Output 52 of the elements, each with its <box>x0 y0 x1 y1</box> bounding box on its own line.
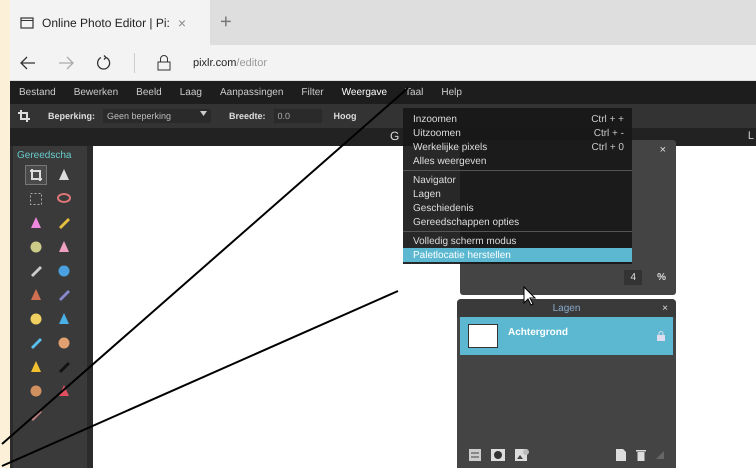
menu-option[interactable]: Werkelijke pixels Ctrl + 0 <box>403 140 632 154</box>
back-icon[interactable] <box>20 56 36 70</box>
layer-settings-icon[interactable] <box>469 449 481 461</box>
marquee-icon <box>29 192 43 206</box>
crop-icon <box>29 168 43 182</box>
close-button[interactable]: × <box>660 144 666 156</box>
mask-icon[interactable] <box>491 449 505 461</box>
layer-thumbnail <box>468 324 498 348</box>
panel-title: Lagen <box>552 302 580 314</box>
tools-panel-title: Gereedscha <box>16 149 72 163</box>
menu-item[interactable]: Bewerken <box>64 87 128 98</box>
resize-handle-icon[interactable] <box>656 451 664 459</box>
zoom-field[interactable]: 4 <box>624 270 642 285</box>
refresh-icon[interactable] <box>96 54 112 70</box>
menu-option[interactable]: Lagen <box>403 187 632 201</box>
window-icon <box>20 16 34 28</box>
browser-tab[interactable]: Online Photo Editor | Pi: × <box>10 0 210 45</box>
constraint-label: Beperking: <box>48 111 96 121</box>
panel-title: L <box>748 130 754 142</box>
tool-button[interactable] <box>25 165 47 185</box>
mouse-cursor-icon <box>524 286 536 306</box>
menu-item[interactable]: Aanpassingen <box>211 87 292 98</box>
menu-item[interactable]: Filter <box>292 87 333 98</box>
menu-item[interactable]: Taal <box>396 87 432 98</box>
canvas-title: G <box>390 129 400 143</box>
height-label: Hoog <box>334 111 357 121</box>
layer-name: Achtergrond <box>508 326 569 338</box>
menu-item[interactable]: Bestand <box>10 87 65 98</box>
crop-icon <box>18 110 30 122</box>
menu-item[interactable]: Weergave <box>332 87 396 98</box>
caret-icon <box>200 111 208 116</box>
menu-item[interactable]: Beeld <box>127 87 171 98</box>
close-button[interactable]: × <box>662 302 668 314</box>
menu-option[interactable]: Navigator <box>403 173 632 187</box>
constraint-dropdown[interactable]: Geen beperking <box>103 109 212 123</box>
menu-option[interactable]: Inzoomen Ctrl + + <box>403 112 632 126</box>
menu-item[interactable]: Laag <box>170 87 211 98</box>
menu-option[interactable]: Gereedschappen opties <box>403 215 632 229</box>
lock-icon <box>157 54 171 70</box>
width-field[interactable]: 0.0 <box>274 109 322 123</box>
width-label: Breedte: <box>229 111 266 121</box>
trash-icon[interactable] <box>636 449 646 461</box>
add-image-icon[interactable] <box>515 449 529 461</box>
menu-option[interactable]: Volledig scherm modus <box>403 234 632 248</box>
menu-option[interactable]: Alles weergeven <box>403 154 632 168</box>
menu-item[interactable]: Help <box>432 87 471 98</box>
tab-title: Online Photo Editor | Pi: <box>42 16 170 30</box>
menu-option[interactable]: Uitzoomen Ctrl + - <box>403 126 632 140</box>
address-field[interactable]: pixlr.com/editor <box>193 56 267 68</box>
zoom-unit: % <box>657 272 666 283</box>
new-layer-icon[interactable] <box>616 449 626 461</box>
menu-option[interactable]: Geschiedenis <box>403 201 632 215</box>
